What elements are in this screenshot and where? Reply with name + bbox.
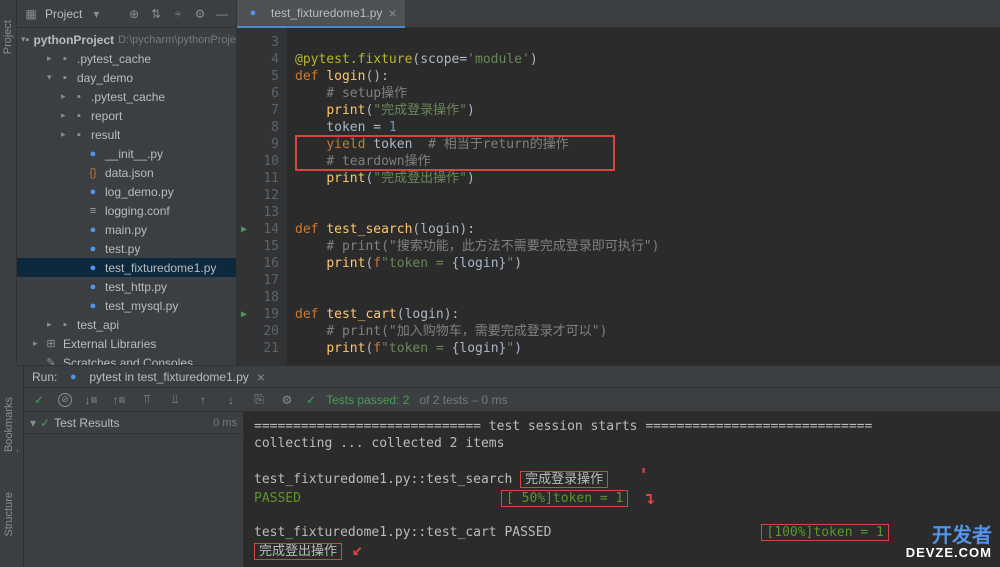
collapse-icon[interactable]: ÷: [170, 6, 186, 22]
filter-icon[interactable]: ⫪: [138, 391, 156, 409]
test-tree: ▾ ✓ Test Results 0 ms: [24, 412, 244, 567]
tree-row[interactable]: ≡logging.conf: [17, 201, 236, 220]
expand-icon[interactable]: ⇅: [148, 6, 164, 22]
tree-row[interactable]: ▸▪.pytest_cache: [17, 87, 236, 106]
tree-row[interactable]: ●log_demo.py: [17, 182, 236, 201]
console-output[interactable]: ============================= test sessi…: [244, 412, 1000, 567]
tests-passed-count: Tests passed: 2: [326, 393, 409, 407]
console-line: [254, 452, 990, 469]
tree-row[interactable]: {}data.json: [17, 163, 236, 182]
gear-icon[interactable]: ⚙: [192, 6, 208, 22]
tree-row[interactable]: ▸▪report: [17, 106, 236, 125]
test-results-label: Test Results: [54, 416, 213, 430]
up-icon[interactable]: ↑: [194, 391, 212, 409]
check-icon: ✓: [40, 416, 50, 430]
console-line: 完成登出操作↙: [254, 541, 990, 560]
left-gutter: Project: [0, 0, 17, 365]
tree-row[interactable]: ●main.py: [17, 220, 236, 239]
run-label: Run:: [32, 370, 57, 384]
run-tab[interactable]: ● pytest in test_fixturedome1.py ×: [65, 369, 265, 385]
console-line: ============================= test sessi…: [254, 418, 990, 435]
bookmarks-tab-vertical[interactable]: Bookmarks: [3, 397, 15, 452]
expand-all-icon[interactable]: ⫫: [166, 391, 184, 409]
project-tree: ▾▪pythonProjectD:\pycharm\pythonProject▸…: [17, 28, 236, 365]
tree-row[interactable]: ●__init__.py: [17, 144, 236, 163]
console-line: test_fixturedome1.py::test_search 完成登录操作…: [254, 469, 990, 488]
tree-row[interactable]: ●test.py: [17, 239, 236, 258]
close-icon[interactable]: ×: [257, 369, 265, 385]
code-editor[interactable]: 345678910111213▶1415161718▶192021 @pytes…: [237, 28, 1000, 365]
console-line: PASSED[ 50%]token = 1↴: [254, 488, 990, 507]
sidebar-header: ▦ Project ▾ ⊕ ⇅ ÷ ⚙ —: [17, 0, 236, 28]
tree-row[interactable]: ▾▪day_demo: [17, 68, 236, 87]
tree-row[interactable]: ▸⊞External Libraries: [17, 334, 236, 353]
tree-row-root[interactable]: ▾▪pythonProjectD:\pycharm\pythonProject: [17, 30, 236, 49]
tab-filename: test_fixturedome1.py: [271, 6, 382, 20]
tests-total: of 2 tests – 0 ms: [419, 393, 507, 407]
project-sidebar: ▦ Project ▾ ⊕ ⇅ ÷ ⚙ — ▾▪pythonProjectD:\…: [17, 0, 237, 365]
project-icon: ▦: [23, 6, 39, 22]
run-header: Run: ● pytest in test_fixturedome1.py ×: [24, 366, 1000, 388]
sort-icon[interactable]: ↓≡: [82, 391, 100, 409]
run-panel: ▶ ↻ ✎ 🔧 Run: ● pytest in test_fixturedom…: [0, 365, 1000, 567]
chevron-down-icon: ▾: [30, 416, 36, 430]
line-gutter: 345678910111213▶1415161718▶192021: [237, 28, 287, 365]
console-line: [254, 507, 990, 524]
left-bottom-tabs: Bookmarks Structure: [0, 365, 17, 567]
test-results-time: 0 ms: [213, 417, 237, 429]
export-icon[interactable]: ⎘: [250, 391, 268, 409]
down-icon[interactable]: ↓: [222, 391, 240, 409]
editor-tabs: ● test_fixturedome1.py ×: [237, 0, 1000, 28]
tree-row[interactable]: ●test_http.py: [17, 277, 236, 296]
project-tab-vertical[interactable]: Project: [2, 20, 14, 54]
tree-row[interactable]: ▸▪result: [17, 125, 236, 144]
python-file-icon: ●: [245, 6, 261, 20]
console-line: test_fixturedome1.py::test_cart PASSED[1…: [254, 524, 990, 541]
python-file-icon: ●: [65, 370, 81, 384]
no-icon[interactable]: ⊘: [58, 393, 72, 407]
tree-row[interactable]: ●test_mysql.py: [17, 296, 236, 315]
sort2-icon[interactable]: ↑≡: [110, 391, 128, 409]
passed-check-icon: ✓: [306, 393, 316, 407]
close-icon[interactable]: ×: [388, 5, 396, 21]
hide-icon[interactable]: —: [214, 6, 230, 22]
sidebar-title: Project: [45, 7, 82, 21]
code-body[interactable]: @pytest.fixture(scope='module')def login…: [287, 28, 1000, 365]
tree-row[interactable]: ▸▪test_api: [17, 315, 236, 334]
tree-row[interactable]: ✎Scratches and Consoles: [17, 353, 236, 365]
editor-area: ● test_fixturedome1.py × 345678910111213…: [237, 0, 1000, 365]
console-line: collecting ... collected 2 items: [254, 435, 990, 452]
structure-tab-vertical[interactable]: Structure: [3, 492, 15, 537]
test-results-row[interactable]: ▾ ✓ Test Results 0 ms: [24, 412, 243, 434]
tree-row[interactable]: ▸▪.pytest_cache: [17, 49, 236, 68]
target-icon[interactable]: ⊕: [126, 6, 142, 22]
dropdown-icon[interactable]: ▾: [88, 6, 104, 22]
tree-row[interactable]: ●test_fixturedome1.py: [17, 258, 236, 277]
settings-icon[interactable]: ⚙: [278, 391, 296, 409]
editor-tab[interactable]: ● test_fixturedome1.py ×: [237, 0, 405, 28]
run-toolbar: ✓ ⊘ ↓≡ ↑≡ ⫪ ⫫ ↑ ↓ ⎘ ⚙ ✓ Tests passed: 2 …: [24, 388, 1000, 412]
check-icon[interactable]: ✓: [30, 391, 48, 409]
